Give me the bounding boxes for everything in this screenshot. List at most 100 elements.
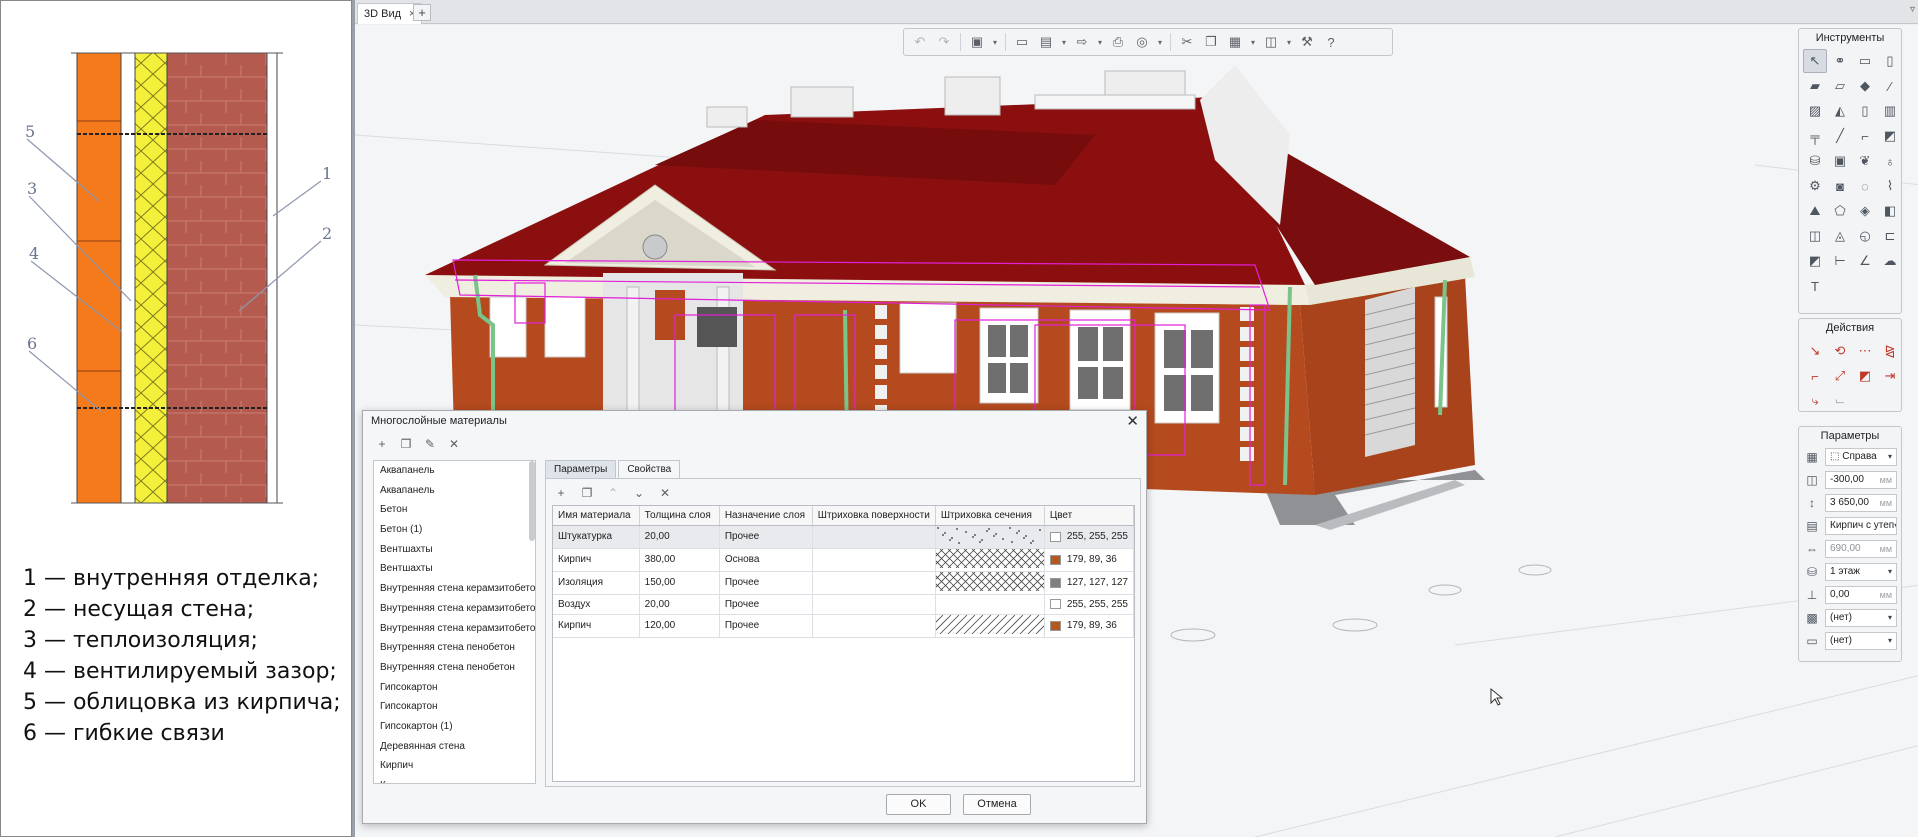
- beam-icon[interactable]: ⁄: [1878, 74, 1902, 98]
- stair-icon[interactable]: ⌐: [1853, 124, 1877, 148]
- column-header[interactable]: Штриховка поверхности: [812, 506, 936, 526]
- undo-icon[interactable]: ↶: [910, 32, 930, 52]
- param-floor-select[interactable]: 1 этаж ▾: [1825, 562, 1897, 581]
- cell-section-hatch[interactable]: [915, 571, 1064, 595]
- move-icon[interactable]: ↘: [1803, 339, 1827, 363]
- param-height-input[interactable]: 3 650,00 мм: [1825, 493, 1897, 512]
- list-item[interactable]: Внутренняя стена керамзитобетон: [374, 599, 535, 619]
- help-icon[interactable]: ?: [1321, 32, 1341, 52]
- add-tab-button[interactable]: +: [413, 4, 431, 21]
- materials-list[interactable]: Аквапанель Аквапанель Бетон Бетон (1) Ве…: [373, 460, 536, 784]
- extend-icon[interactable]: ⇥: [1878, 364, 1902, 388]
- line-icon[interactable]: ╱: [1828, 124, 1852, 148]
- save-icon[interactable]: ▤: [1036, 32, 1056, 52]
- zone-icon[interactable]: ◧: [1878, 199, 1902, 223]
- railing-icon[interactable]: ╤: [1803, 124, 1827, 148]
- marker-icon[interactable]: ⊏: [1878, 224, 1902, 248]
- column-header[interactable]: Имя материала: [553, 506, 640, 526]
- terrain-icon[interactable]: ⛰: [1803, 199, 1827, 223]
- chevron-down-icon[interactable]: ▾: [1156, 38, 1164, 47]
- select-objects-icon[interactable]: ⚭: [1828, 49, 1852, 73]
- rotate-icon[interactable]: ⟲: [1828, 339, 1852, 363]
- cell-color[interactable]: 179, 89, 36: [1044, 548, 1135, 572]
- delete-icon[interactable]: ✕: [445, 435, 463, 453]
- cell-material-name[interactable]: Кирпич: [553, 614, 640, 638]
- param-thickness-input[interactable]: 690,00 мм: [1825, 539, 1897, 558]
- move-down-icon[interactable]: ⌄: [630, 485, 648, 501]
- cell-surface-hatch[interactable]: [812, 525, 936, 549]
- image-icon[interactable]: ◩: [1803, 249, 1827, 273]
- view-cube-icon[interactable]: ▣: [967, 32, 987, 52]
- table-row[interactable]: Изоляция 150,00 Прочее 127, 127, 127: [553, 571, 1135, 595]
- roof-icon[interactable]: ◭: [1828, 99, 1852, 123]
- delete-layer-icon[interactable]: ✕: [656, 485, 674, 501]
- table-row[interactable]: Воздух 20,00 Прочее 255, 255, 255: [553, 594, 1135, 615]
- eraser-icon[interactable]: ◆: [1853, 74, 1877, 98]
- ok-button[interactable]: OK: [886, 794, 951, 815]
- column-icon[interactable]: ▯: [1878, 49, 1902, 73]
- list-item[interactable]: Внутренняя стена пенобетон: [374, 638, 535, 658]
- param-wall-side-select[interactable]: ⬚ Справа ▾: [1825, 447, 1897, 466]
- cell-section-hatch[interactable]: [915, 548, 1064, 572]
- light-icon[interactable]: ◌: [1853, 174, 1877, 198]
- array-icon[interactable]: ⋯: [1853, 339, 1877, 363]
- cell-section-hatch[interactable]: [935, 525, 1045, 549]
- cell-thickness[interactable]: 20,00: [639, 594, 720, 615]
- param-elevation-input[interactable]: 0,00 мм: [1825, 585, 1897, 604]
- list-item[interactable]: Аквапанель: [374, 461, 535, 481]
- furniture-icon[interactable]: ▣: [1828, 149, 1852, 173]
- param-hatch-select[interactable]: (нет) ▾: [1825, 608, 1897, 627]
- split-icon[interactable]: ⤷: [1803, 389, 1827, 413]
- layers-icon[interactable]: ◫: [1261, 32, 1281, 52]
- print-icon[interactable]: ⎙: [1108, 32, 1128, 52]
- close-icon[interactable]: ✕: [1126, 412, 1139, 430]
- cell-thickness[interactable]: 150,00: [639, 571, 720, 595]
- cell-purpose[interactable]: Прочее: [719, 525, 813, 549]
- trim-icon[interactable]: ⌙: [1828, 389, 1852, 413]
- list-item[interactable]: Аквапанель: [374, 481, 535, 501]
- tab-parameters[interactable]: Параметры: [545, 460, 617, 478]
- param-label-select[interactable]: (нет) ▾: [1825, 631, 1897, 650]
- cell-color[interactable]: 255, 255, 255: [1044, 594, 1135, 615]
- table-row[interactable]: Штукатурка 20,00 Прочее 255, 255, 255: [553, 525, 1135, 549]
- lamp-icon[interactable]: ♁: [1878, 149, 1902, 173]
- stretch-icon[interactable]: ◩: [1853, 364, 1877, 388]
- window-icon[interactable]: ▥: [1878, 99, 1902, 123]
- list-item[interactable]: Вентшахты: [374, 559, 535, 579]
- cancel-button[interactable]: Отмена: [963, 794, 1031, 815]
- door-icon[interactable]: ▯: [1853, 99, 1877, 123]
- render-icon[interactable]: ◎: [1132, 32, 1152, 52]
- list-item[interactable]: Вентшахты: [374, 540, 535, 560]
- list-item[interactable]: Деревянная стена: [374, 737, 535, 757]
- list-item[interactable]: Бетон (1): [374, 520, 535, 540]
- table-row[interactable]: Кирпич 380,00 Основа 179, 89, 36: [553, 548, 1135, 572]
- select-arrow-icon[interactable]: ↖: [1803, 49, 1827, 73]
- copy-layer-icon[interactable]: ❐: [578, 485, 596, 501]
- column-header[interactable]: Цвет: [1044, 506, 1135, 526]
- copy-icon[interactable]: ❐: [1201, 32, 1221, 52]
- slab-icon[interactable]: ▰: [1803, 74, 1827, 98]
- section-icon[interactable]: ◫: [1803, 224, 1827, 248]
- cell-material-name[interactable]: Изоляция: [553, 571, 640, 595]
- offset-icon[interactable]: ⌐: [1803, 364, 1827, 388]
- elevation-icon[interactable]: ◬: [1828, 224, 1852, 248]
- param-offset-input[interactable]: -300,00 мм: [1825, 470, 1897, 489]
- list-item[interactable]: Гипсокартон (1): [374, 717, 535, 737]
- open-folder-icon[interactable]: ▭: [1012, 32, 1032, 52]
- detail-icon[interactable]: ◵: [1853, 224, 1877, 248]
- list-item[interactable]: Бетон: [374, 500, 535, 520]
- plant-icon[interactable]: ❦: [1853, 149, 1877, 173]
- cell-purpose[interactable]: Прочее: [719, 594, 813, 615]
- cell-material-name[interactable]: Штукатурка: [553, 525, 640, 549]
- redo-icon[interactable]: ↷: [934, 32, 954, 52]
- chevron-down-icon[interactable]: ▾: [991, 38, 999, 47]
- edit-pencil-icon[interactable]: ✎: [421, 435, 439, 453]
- chevron-down-icon[interactable]: ▾: [1096, 38, 1104, 47]
- cell-surface-hatch[interactable]: [812, 614, 936, 638]
- angle-icon[interactable]: ∠: [1853, 249, 1877, 273]
- wall-icon[interactable]: ▨: [1803, 99, 1827, 123]
- list-scrollbar[interactable]: [529, 461, 535, 541]
- list-item[interactable]: К...: [374, 776, 535, 783]
- cloud-icon[interactable]: ☁: [1878, 249, 1902, 273]
- duplicate-icon[interactable]: ❐: [397, 435, 415, 453]
